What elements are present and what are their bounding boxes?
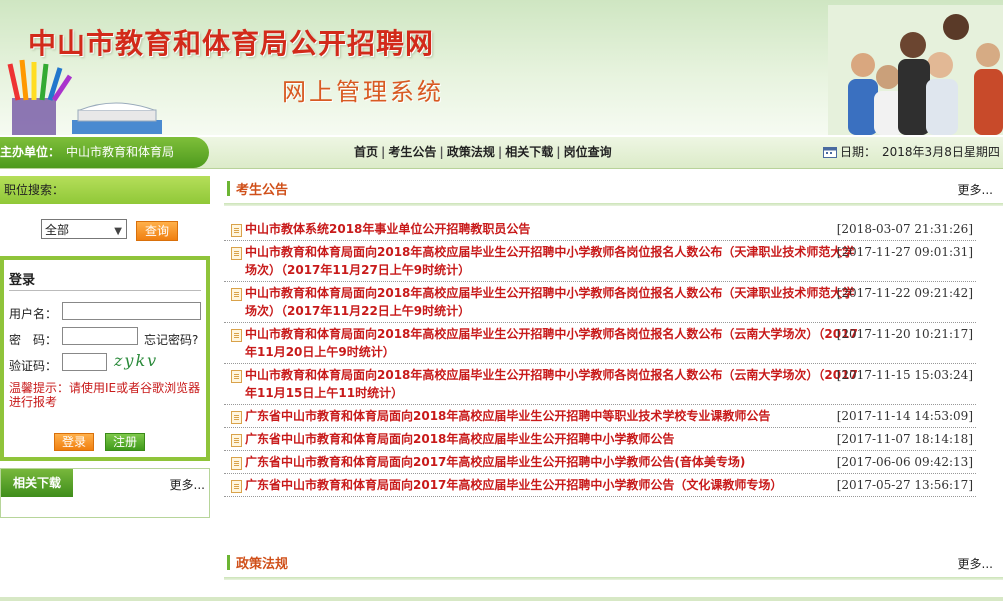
- date-display: 日期： 2018年3月8日星期四: [823, 137, 1000, 168]
- password-label: 密 码：: [9, 333, 58, 347]
- forgot-password-link[interactable]: 忘记密码?: [144, 331, 198, 348]
- notice-date: [2017-11-15 15:03:24]: [836, 368, 973, 382]
- notice-date: [2017-05-27 13:56:17]: [836, 478, 973, 492]
- policies-header: 政策法规 更多...: [224, 550, 1003, 580]
- document-icon: [231, 288, 242, 301]
- job-search-label: 职位搜索：: [4, 183, 65, 197]
- register-button[interactable]: 注册: [105, 433, 145, 451]
- login-title: 登录: [9, 273, 36, 288]
- downloads-tab[interactable]: 相关下载: [1, 469, 73, 497]
- document-icon: [231, 457, 242, 470]
- downloads-more-link[interactable]: 更多...: [170, 476, 205, 493]
- nav-home[interactable]: 首页: [354, 145, 378, 159]
- browser-tip: 温馨提示：请使用IE或者谷歌浏览器进行报考: [9, 381, 201, 409]
- document-icon: [231, 434, 242, 447]
- notice-date: [2017-11-20 10:21:17]: [836, 327, 973, 341]
- notice-link[interactable]: 中山市教育和体育局面向2018年高校应届毕业生公开招聘中小学教师各岗位报名人数公…: [245, 243, 860, 279]
- document-icon: [231, 370, 242, 383]
- date-label: 日期：: [840, 145, 877, 159]
- list-item: 中山市教育和体育局面向2018年高校应届毕业生公开招聘中小学教师各岗位报名人数公…: [224, 282, 976, 323]
- notice-link[interactable]: 广东省中山市教育和体育局面向2017年高校应届毕业生公开招聘中小学教师公告(音体…: [245, 453, 860, 471]
- host-label: 主办单位：: [0, 145, 61, 159]
- nav-job-search[interactable]: 岗位查询: [564, 145, 612, 159]
- divider: [224, 203, 1003, 206]
- job-search-header: 职位搜索：: [0, 176, 210, 204]
- calendar-icon: [823, 147, 837, 158]
- main-nav: 首页 | 考生公告 | 政策法规 | 相关下载 | 岗位查询: [354, 145, 612, 159]
- policies-more-link[interactable]: 更多...: [958, 555, 993, 572]
- list-item: 广东省中山市教育和体育局面向2017年高校应届毕业生公开招聘中小学教师公告（文化…: [224, 474, 976, 497]
- notice-date: [2017-06-06 09:42:13]: [836, 455, 973, 469]
- document-icon: [231, 329, 242, 342]
- notices-more-link[interactable]: 更多...: [958, 181, 993, 198]
- list-item: 中山市教育和体育局面向2018年高校应届毕业生公开招聘中小学教师各岗位报名人数公…: [224, 323, 976, 364]
- chevron-down-icon: ▼: [114, 226, 122, 237]
- job-search-panel: 全部 ▼ 查询: [0, 204, 210, 254]
- notice-date: [2017-11-14 14:53:09]: [836, 409, 973, 423]
- site-header: 中山市教育和体育局公开招聘网 网上管理系统: [0, 0, 1003, 135]
- nav-bar: 主办单位： 中山市教育和体育局 首页 | 考生公告 | 政策法规 | 相关下载 | 岗位查询 日期…: [0, 137, 1003, 169]
- list-item: 中山市教育和体育局面向2018年高校应届毕业生公开招聘中小学教师各岗位报名人数公…: [224, 241, 976, 282]
- notice-date: [2017-11-22 09:21:42]: [836, 286, 973, 300]
- username-input[interactable]: [62, 302, 201, 320]
- books-illustration: [72, 102, 162, 134]
- policies-title[interactable]: 政策法规: [236, 553, 288, 572]
- notice-date: [2017-11-27 09:01:31]: [836, 245, 973, 259]
- list-item: 中山市教体系统2018年事业单位公开招聘教职员公告 [2018-03-07 21…: [224, 218, 976, 241]
- username-label: 用户名：: [9, 307, 58, 321]
- list-item: 广东省中山市教育和体育局面向2018年高校应届毕业生公开招聘中小学教师公告 [2…: [224, 428, 976, 451]
- nav-notices[interactable]: 考生公告: [388, 145, 436, 159]
- date-value: 2018年3月8日星期四: [882, 145, 1000, 159]
- notice-link[interactable]: 中山市教育和体育局面向2018年高校应届毕业生公开招聘中小学教师各岗位报名人数公…: [245, 284, 860, 320]
- notice-link[interactable]: 中山市教体系统2018年事业单位公开招聘教职员公告: [245, 220, 860, 238]
- notices-list: 中山市教体系统2018年事业单位公开招聘教职员公告 [2018-03-07 21…: [224, 218, 976, 497]
- nav-downloads[interactable]: 相关下载: [505, 145, 553, 159]
- notice-link[interactable]: 广东省中山市教育和体育局面向2018年高校应届毕业生公开招聘中等职业技术学校专业…: [245, 407, 860, 425]
- notices-title[interactable]: 考生公告: [236, 179, 288, 198]
- footer-divider: [0, 597, 1003, 601]
- captcha-label: 验证码：: [9, 359, 58, 373]
- nav-policies[interactable]: 政策法规: [447, 145, 495, 159]
- notice-link[interactable]: 中山市教育和体育局面向2018年高校应届毕业生公开招聘中小学教师各岗位报名人数公…: [245, 366, 860, 402]
- job-category-value: 全部: [45, 223, 70, 237]
- list-item: 广东省中山市教育和体育局面向2018年高校应届毕业生公开招聘中等职业技术学校专业…: [224, 405, 976, 428]
- divider: [224, 577, 1003, 580]
- section-marker: [227, 181, 230, 196]
- captcha-image[interactable]: zykv: [114, 351, 158, 370]
- host-value: 中山市教育和体育局: [66, 145, 175, 159]
- host-unit: 主办单位： 中山市教育和体育局: [0, 137, 209, 168]
- site-title: 中山市教育和体育局公开招聘网: [28, 27, 435, 60]
- site-subtitle: 网上管理系统: [282, 78, 444, 106]
- captcha-input[interactable]: [62, 353, 107, 371]
- notices-header: 考生公告 更多...: [224, 176, 1003, 206]
- notice-date: [2018-03-07 21:31:26]: [836, 222, 973, 236]
- job-category-select[interactable]: 全部 ▼: [41, 219, 127, 239]
- section-marker: [227, 555, 230, 570]
- query-button[interactable]: 查询: [136, 221, 178, 241]
- notice-link[interactable]: 广东省中山市教育和体育局面向2018年高校应届毕业生公开招聘中小学教师公告: [245, 430, 860, 448]
- notice-link[interactable]: 广东省中山市教育和体育局面向2017年高校应届毕业生公开招聘中小学教师公告（文化…: [245, 476, 860, 494]
- pencils-illustration: [7, 59, 73, 135]
- password-input[interactable]: [62, 327, 138, 345]
- students-photo: [828, 5, 1003, 135]
- login-button[interactable]: 登录: [54, 433, 94, 451]
- document-icon: [231, 411, 242, 424]
- divider: [9, 290, 201, 291]
- list-item: 中山市教育和体育局面向2018年高校应届毕业生公开招聘中小学教师各岗位报名人数公…: [224, 364, 976, 405]
- list-item: 广东省中山市教育和体育局面向2017年高校应届毕业生公开招聘中小学教师公告(音体…: [224, 451, 976, 474]
- notice-link[interactable]: 中山市教育和体育局面向2018年高校应届毕业生公开招聘中小学教师各岗位报名人数公…: [245, 325, 860, 361]
- login-panel: 登录 用户名： 密 码： 忘记密码? 验证码： zykv 温馨提示：请使用IE或…: [0, 256, 210, 461]
- document-icon: [231, 480, 242, 493]
- downloads-panel: 相关下载 更多...: [0, 468, 210, 518]
- notice-date: [2017-11-07 18:14:18]: [836, 432, 973, 446]
- document-icon: [231, 247, 242, 260]
- document-icon: [231, 224, 242, 237]
